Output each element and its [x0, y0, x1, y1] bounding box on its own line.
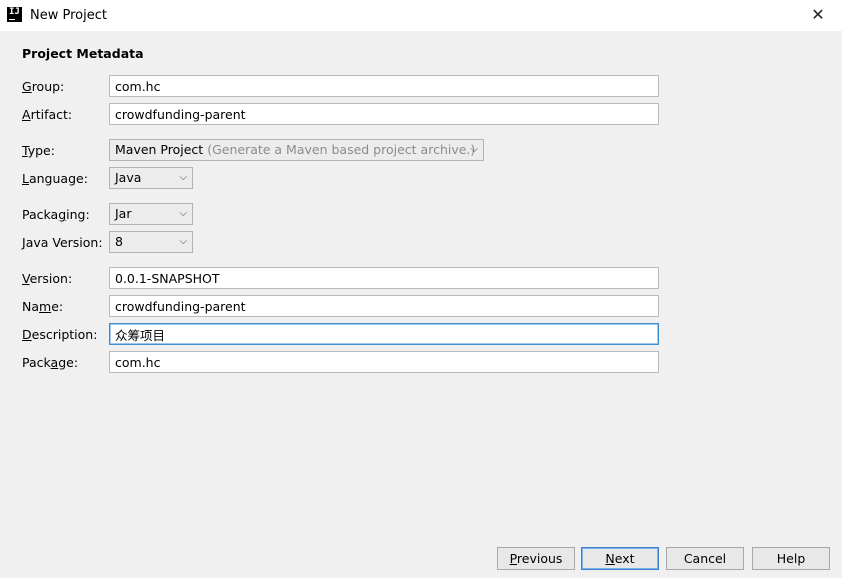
java-version-dropdown[interactable]: 8 ⌵ — [109, 231, 193, 253]
name-field[interactable] — [109, 295, 659, 317]
chevron-down-icon: ⌵ — [470, 144, 478, 155]
title-bar: IJ New Project ✕ — [0, 0, 842, 31]
cancel-button[interactable]: Cancel — [666, 547, 744, 570]
packaging-label: Packaging: — [22, 207, 90, 222]
language-value: Java — [115, 170, 142, 185]
chevron-down-icon: ⌵ — [179, 208, 187, 219]
type-hint: (Generate a Maven based project archive.… — [207, 142, 476, 157]
close-icon[interactable]: ✕ — [806, 4, 830, 26]
artifact-field[interactable] — [109, 103, 659, 125]
chevron-down-icon: ⌵ — [179, 172, 187, 183]
type-value: Maven Project — [115, 142, 204, 157]
language-label: Language: — [22, 171, 88, 186]
group-field[interactable] — [109, 75, 659, 97]
language-dropdown[interactable]: Java ⌵ — [109, 167, 193, 189]
package-label: Package: — [22, 355, 79, 370]
help-button[interactable]: Help — [752, 547, 830, 570]
next-button[interactable]: Next — [581, 547, 659, 570]
chevron-down-icon: ⌵ — [179, 236, 187, 247]
artifact-label: Artifact: — [22, 107, 73, 122]
name-label: Name: — [22, 299, 64, 314]
window-title: New Project — [30, 8, 107, 23]
group-label: Group: — [22, 79, 65, 94]
packaging-value: Jar — [115, 206, 132, 221]
intellij-app-icon: IJ — [7, 7, 22, 22]
type-label: Type: — [22, 143, 55, 158]
package-field[interactable] — [109, 351, 659, 373]
version-label: Version: — [22, 271, 73, 286]
description-label: Description: — [22, 327, 98, 342]
packaging-dropdown[interactable]: Jar ⌵ — [109, 203, 193, 225]
version-field[interactable] — [109, 267, 659, 289]
description-field[interactable] — [109, 323, 659, 345]
java-version-label: Java Version: — [22, 235, 103, 250]
previous-button[interactable]: Previous — [497, 547, 575, 570]
section-title: Project Metadata — [22, 46, 144, 61]
java-version-value: 8 — [115, 234, 123, 249]
type-dropdown[interactable]: Maven Project (Generate a Maven based pr… — [109, 139, 484, 161]
